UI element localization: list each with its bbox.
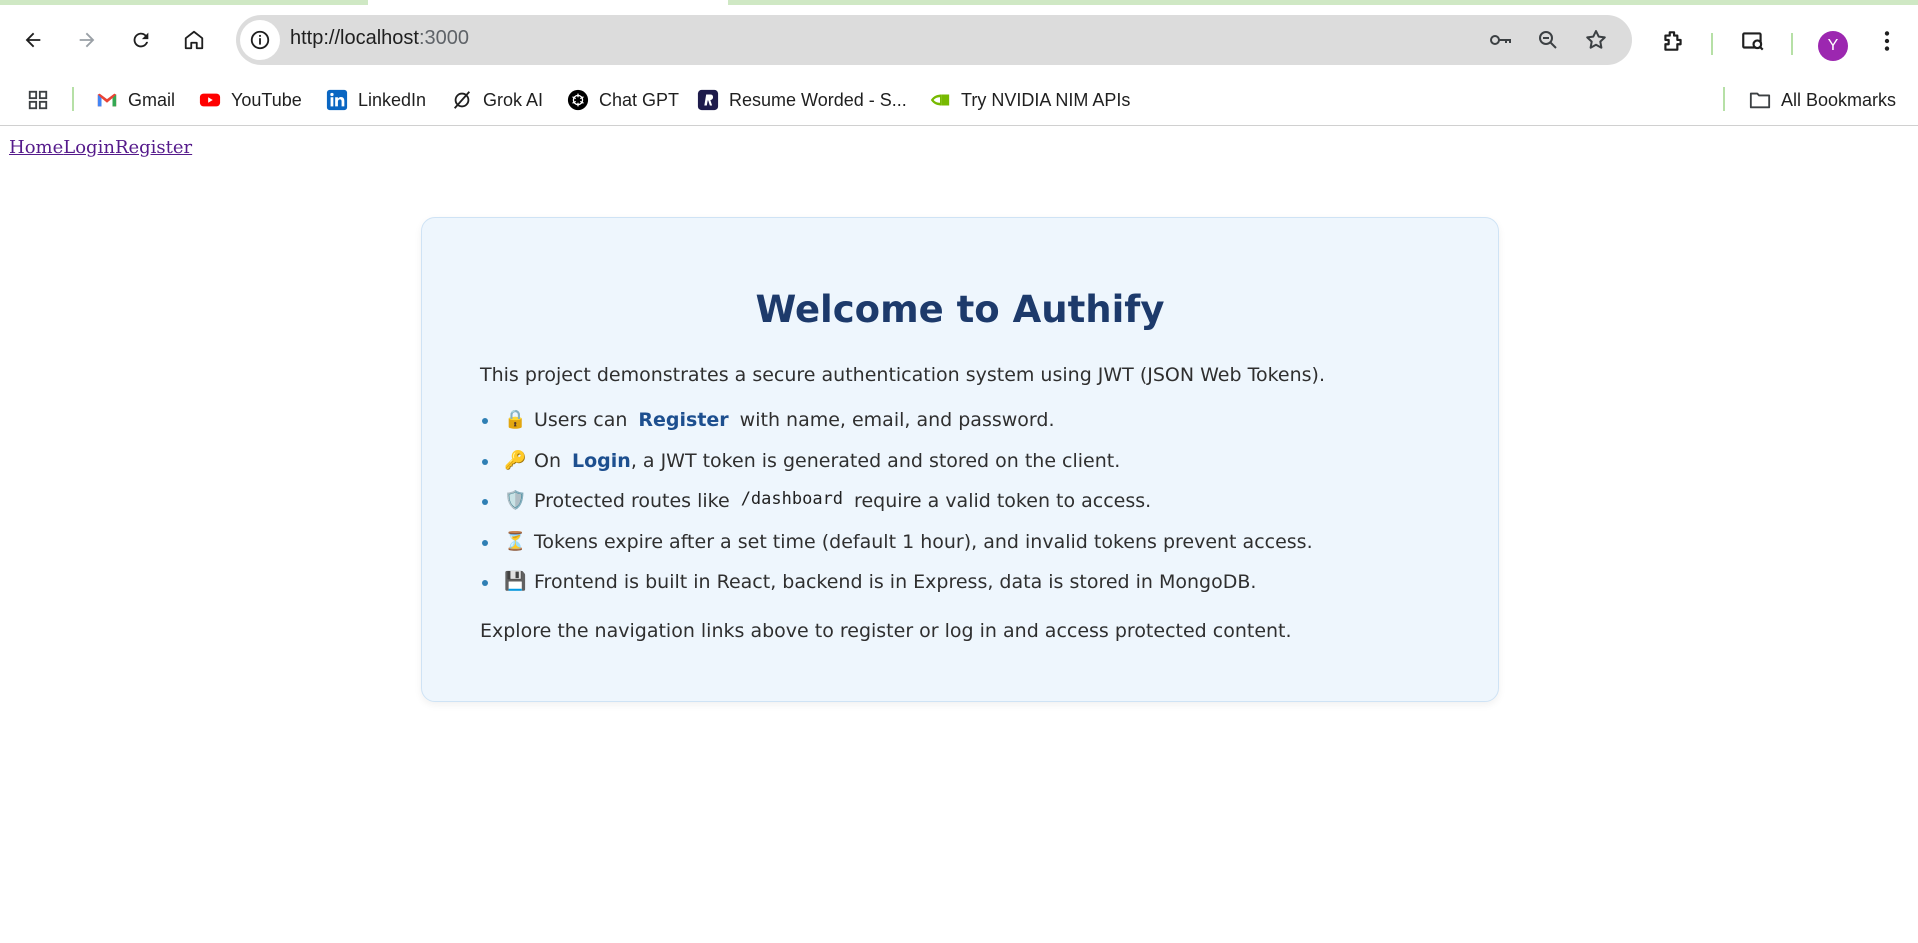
back-button[interactable] xyxy=(16,23,50,57)
forward-button[interactable] xyxy=(70,23,104,57)
bookmark-label: Gmail xyxy=(128,89,176,110)
item-text: , a JWT token is generated and stored on… xyxy=(630,449,1121,472)
bullet-dot xyxy=(482,539,488,546)
all-bookmarks-button[interactable]: All Bookmarks xyxy=(1749,83,1896,117)
url-text[interactable]: http://localhost:3000 xyxy=(290,27,469,50)
bookmark-star-icon[interactable] xyxy=(1583,27,1609,53)
bookmark-label: Grok AI xyxy=(483,89,544,110)
reload-button[interactable] xyxy=(124,23,158,57)
bullet-dot xyxy=(482,458,488,465)
hourglass-icon: ⏳ xyxy=(504,530,527,552)
bookmarks-divider xyxy=(1723,87,1725,111)
folder-icon xyxy=(1749,89,1771,111)
bookmark-label: YouTube xyxy=(231,89,302,110)
bookmark-label: Chat GPT xyxy=(599,89,680,110)
outro-text: Explore the navigation links above to re… xyxy=(480,620,1292,642)
bookmark-label: LinkedIn xyxy=(358,89,427,110)
profile-avatar[interactable]: Y xyxy=(1818,31,1848,61)
bullet-dot xyxy=(482,580,488,586)
list-item: 💾 Frontend is built in React, backend is… xyxy=(480,570,1313,611)
url-port: :3000 xyxy=(418,27,470,49)
register-highlight: Register xyxy=(638,409,729,431)
item-text: Tokens expire after a set time (default … xyxy=(534,530,1313,553)
item-text: Users can xyxy=(534,409,628,431)
bookmark-chatgpt[interactable]: Chat GPT xyxy=(567,83,679,117)
item-text: require a valid token to access. xyxy=(854,490,1152,512)
bookmark-label: Try NVIDIA NIM APIs xyxy=(961,89,1131,110)
zoom-icon[interactable] xyxy=(1535,27,1561,53)
list-item: 🛡️ Protected routes like /dashboard requ… xyxy=(480,489,1313,530)
bullet-dot xyxy=(482,418,488,424)
password-key-icon[interactable] xyxy=(1487,27,1513,53)
toolbar-divider xyxy=(1791,33,1793,55)
home-button[interactable] xyxy=(177,23,211,57)
shield-icon: 🛡️ xyxy=(504,490,527,511)
bookmark-gmail[interactable]: Gmail xyxy=(96,83,175,117)
gmail-icon xyxy=(96,89,118,111)
youtube-icon xyxy=(199,89,221,111)
nav-register-link[interactable]: Register xyxy=(115,137,192,158)
bookmark-nvidia[interactable]: Try NVIDIA NIM APIs xyxy=(929,83,1130,117)
chrome-divider xyxy=(0,125,1918,126)
address-bar[interactable]: http://localhost:3000 xyxy=(236,15,1632,65)
grok-icon xyxy=(451,89,473,111)
url-host: http://localhost xyxy=(290,27,419,49)
all-bookmarks-label: All Bookmarks xyxy=(1781,89,1897,110)
resume-worded-icon xyxy=(697,89,719,111)
bookmark-resume-worded[interactable]: Resume Worded - S... xyxy=(697,83,907,117)
key-icon: 🔑 xyxy=(504,449,527,471)
welcome-card: Welcome to Authify This project demonstr… xyxy=(421,217,1499,702)
list-item: 🔑 On Login , a JWT token is generated an… xyxy=(480,449,1313,490)
menu-kebab-icon[interactable] xyxy=(1872,26,1902,56)
apps-button[interactable] xyxy=(27,83,49,117)
tab-search-icon[interactable] xyxy=(1738,26,1768,56)
bullet-dot xyxy=(482,499,488,505)
item-text: with name, email, and password. xyxy=(739,409,1055,431)
chatgpt-icon xyxy=(567,89,589,111)
page-title: Welcome to Authify xyxy=(755,288,1165,331)
browser-toolbar: http://localhost:3000 Y xyxy=(0,5,1918,75)
arrow-left-icon xyxy=(25,32,41,48)
login-highlight: Login xyxy=(572,449,631,472)
browser-chrome: http://localhost:3000 Y Gmail YouTube Li… xyxy=(0,0,1918,126)
linkedin-icon xyxy=(326,89,348,111)
bookmark-grok[interactable]: Grok AI xyxy=(451,83,543,117)
intro-text: This project demonstrates a secure authe… xyxy=(480,364,1325,386)
route-code: /dashboard xyxy=(740,489,844,509)
bookmark-linkedin[interactable]: LinkedIn xyxy=(326,83,426,117)
nav-login-link[interactable]: Login xyxy=(63,137,115,158)
apps-grid-icon xyxy=(27,89,49,111)
list-item: 🔒 Users can Register with name, email, a… xyxy=(480,408,1313,449)
arrow-right-icon xyxy=(79,32,95,48)
page-navigation: HomeLoginRegister xyxy=(9,137,192,158)
home-icon xyxy=(184,30,204,50)
nav-home-link[interactable]: Home xyxy=(9,137,63,158)
nvidia-icon xyxy=(929,89,951,111)
item-text: Protected routes like xyxy=(534,490,730,512)
bookmark-youtube[interactable]: YouTube xyxy=(199,83,302,117)
info-icon xyxy=(250,30,270,50)
bookmarks-divider xyxy=(72,87,74,111)
lock-icon: 🔒 xyxy=(504,409,527,430)
bookmarks-bar: Gmail YouTube LinkedIn Grok AI Chat GPT xyxy=(0,75,1918,125)
reload-icon xyxy=(133,32,149,48)
extensions-icon[interactable] xyxy=(1658,26,1688,56)
list-item: ⏳ Tokens expire after a set time (defaul… xyxy=(480,530,1313,571)
site-info-button[interactable] xyxy=(240,20,280,60)
toolbar-divider xyxy=(1711,33,1713,55)
item-text: Frontend is built in React, backend is i… xyxy=(534,571,1257,593)
floppy-disk-icon: 💾 xyxy=(504,571,527,592)
item-text: On xyxy=(534,449,561,472)
bookmark-label: Resume Worded - S... xyxy=(729,89,907,110)
feature-list: 🔒 Users can Register with name, email, a… xyxy=(480,408,1313,611)
